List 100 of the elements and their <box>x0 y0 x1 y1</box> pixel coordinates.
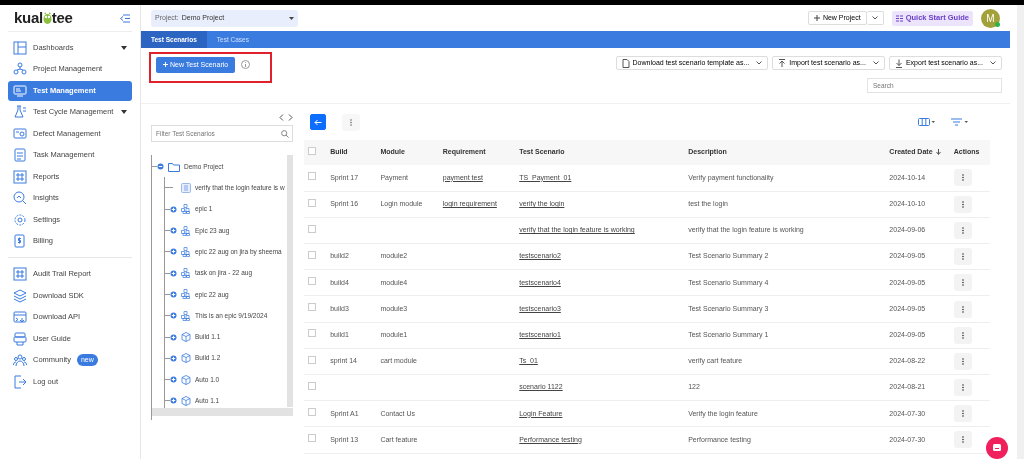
chat-icon <box>992 443 1002 453</box>
monitor-icon <box>13 126 27 141</box>
caret-icon <box>289 16 294 20</box>
expand-icon[interactable] <box>165 290 177 298</box>
row-actions-button[interactable] <box>953 300 972 318</box>
more-button[interactable] <box>342 113 360 131</box>
back-button[interactable] <box>310 114 326 130</box>
kebab-icon <box>961 174 964 182</box>
plus-icon <box>163 62 168 68</box>
row-checkbox[interactable] <box>308 381 316 390</box>
row-actions-button[interactable] <box>953 248 972 266</box>
download-window-icon <box>13 310 27 324</box>
row-actions-button[interactable] <box>953 379 972 397</box>
grid-icon <box>13 169 27 184</box>
columns-icon[interactable] <box>918 118 935 126</box>
grid-icon <box>13 267 27 281</box>
chat-button[interactable] <box>986 437 1008 459</box>
download-icon <box>894 58 903 68</box>
kebab-icon <box>961 410 964 418</box>
expand-icon[interactable] <box>165 269 177 277</box>
scrollbar[interactable] <box>1017 5 1024 459</box>
cube-icon <box>181 374 191 385</box>
search-icon <box>281 129 289 138</box>
row-actions-button[interactable] <box>953 169 972 187</box>
logout-icon <box>13 374 27 389</box>
plus-icon <box>813 15 820 21</box>
monitor-icon <box>13 83 27 98</box>
checklist-icon <box>13 148 27 162</box>
logo-text: kual <box>14 7 43 28</box>
info-icon[interactable] <box>241 60 251 69</box>
row-actions-button[interactable] <box>953 274 972 292</box>
chevron-down-icon <box>872 61 879 65</box>
scrollbar[interactable] <box>152 408 293 416</box>
expand-icon[interactable] <box>165 312 177 320</box>
scrollbar[interactable] <box>287 155 293 407</box>
row-checkbox[interactable] <box>308 434 316 443</box>
kebab-icon <box>961 384 964 392</box>
cube-icon <box>181 332 191 342</box>
document-icon <box>181 182 191 193</box>
row-actions-button[interactable] <box>953 326 972 344</box>
grid-icon <box>895 14 903 22</box>
cubes-icon <box>181 246 191 257</box>
cubes-icon <box>181 268 191 279</box>
expand-icon[interactable] <box>165 376 177 384</box>
chevron-down-icon <box>871 16 878 20</box>
expand-icon[interactable] <box>165 333 177 341</box>
row-checkbox[interactable] <box>308 172 316 181</box>
row-checkbox[interactable] <box>308 224 316 233</box>
row-checkbox[interactable] <box>308 277 316 286</box>
people-icon <box>13 353 27 367</box>
magnifier-chart-icon <box>13 191 27 205</box>
arrow-left-icon <box>314 118 322 126</box>
row-checkbox[interactable] <box>308 329 316 338</box>
kebab-icon <box>961 357 964 365</box>
expand-icon[interactable] <box>165 354 177 362</box>
row-actions-button[interactable] <box>953 221 972 239</box>
kebab-icon <box>961 305 964 313</box>
chevron-down-icon <box>990 61 996 65</box>
row-checkbox[interactable] <box>308 408 316 417</box>
row-actions-button[interactable] <box>953 352 972 370</box>
row-actions-button[interactable] <box>953 195 972 213</box>
cube-icon <box>181 395 191 406</box>
flask-icon <box>13 105 27 119</box>
expand-icon[interactable] <box>165 397 177 405</box>
chevron-left-icon[interactable] <box>279 114 284 121</box>
kebab-icon <box>961 200 964 208</box>
dashboard-icon <box>13 40 27 55</box>
row-checkbox[interactable] <box>308 303 316 312</box>
settings-icon <box>13 212 27 227</box>
document-icon <box>621 58 630 68</box>
filter-icon[interactable] <box>951 118 968 126</box>
folder-icon <box>168 161 180 172</box>
cubes-icon <box>181 204 191 215</box>
collapse-icon[interactable] <box>152 163 164 171</box>
cube-icon <box>181 353 191 364</box>
cubes-icon <box>181 225 191 236</box>
kebab-icon <box>961 436 964 444</box>
logo-text: tee <box>51 7 73 28</box>
select-all-checkbox[interactable] <box>308 146 316 155</box>
chevron-down-icon <box>756 61 763 65</box>
row-checkbox[interactable] <box>308 250 316 259</box>
expand-icon[interactable] <box>165 248 177 256</box>
row-actions-button[interactable] <box>953 405 972 423</box>
owl-icon <box>42 12 52 24</box>
dropdown-toggle[interactable] <box>866 11 884 25</box>
expand-icon[interactable] <box>165 205 177 213</box>
upload-icon <box>778 58 787 68</box>
expand-icon[interactable] <box>165 227 177 235</box>
chevron-right-icon[interactable] <box>288 114 293 121</box>
cubes-icon <box>181 310 191 321</box>
layers-icon <box>13 288 27 303</box>
row-actions-button[interactable] <box>953 431 972 449</box>
kebab-icon <box>961 279 964 287</box>
hierarchy-icon <box>13 62 27 76</box>
kebab-icon <box>961 331 964 339</box>
kebab-icon <box>961 253 964 261</box>
printer-icon <box>13 331 27 346</box>
row-checkbox[interactable] <box>308 355 316 364</box>
row-checkbox[interactable] <box>308 198 316 207</box>
collapse-menu-icon[interactable] <box>120 13 130 23</box>
